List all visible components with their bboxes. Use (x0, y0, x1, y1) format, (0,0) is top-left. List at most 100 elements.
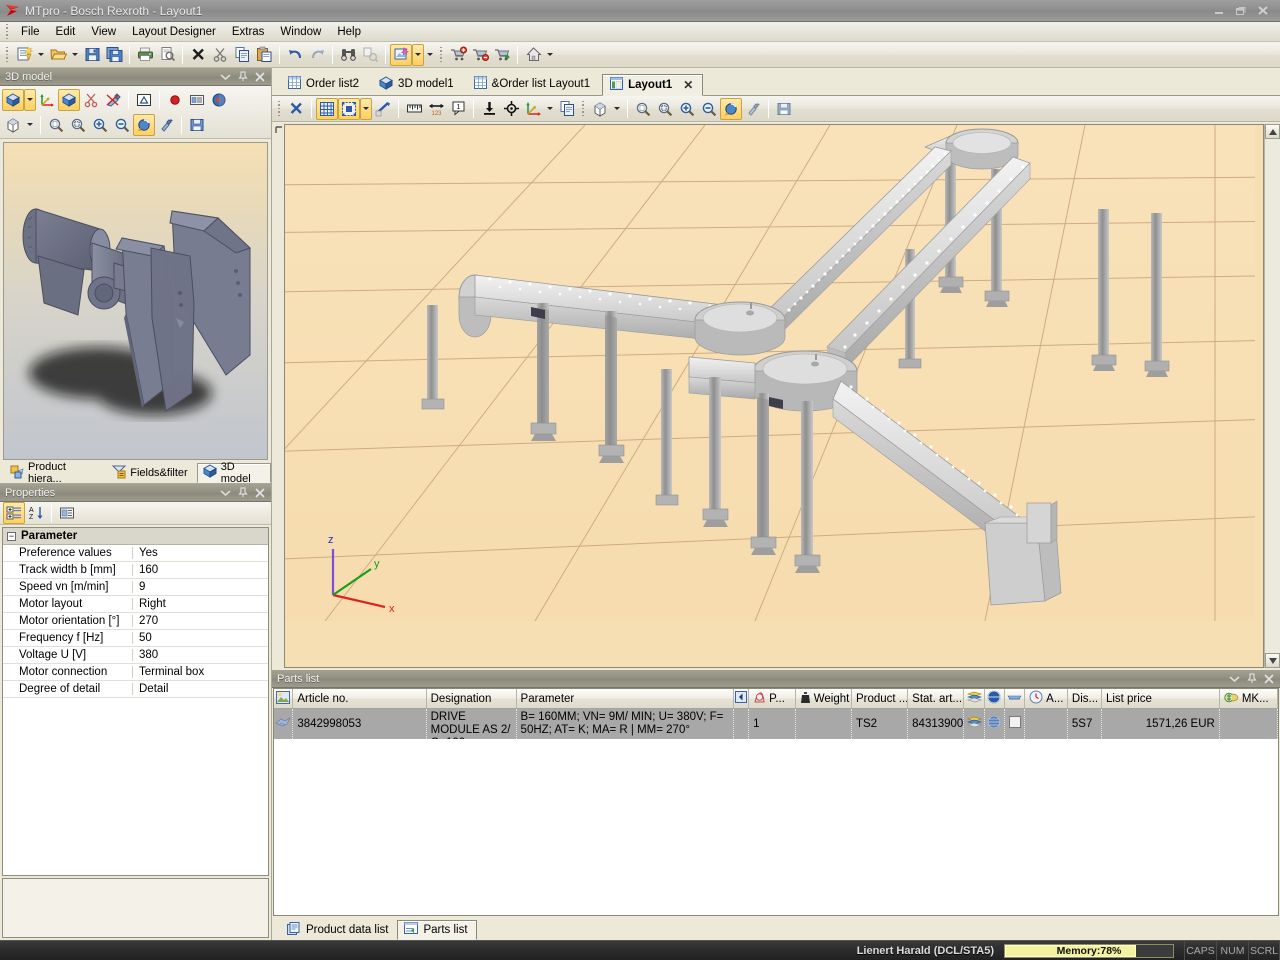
home-button[interactable] (522, 44, 544, 66)
property-value[interactable]: Detail (133, 683, 268, 695)
annotation-button[interactable]: 1 (447, 98, 469, 120)
column-header-mk[interactable]: MK... (1220, 689, 1278, 708)
layout-overflow-dropdown[interactable] (424, 44, 436, 66)
column-header-stat-art[interactable]: Stat. art... (908, 689, 965, 708)
left-tab-3d-model[interactable]: 3D model (196, 461, 271, 485)
column-header-list-price[interactable]: List price (1102, 689, 1220, 708)
cell-docs[interactable] (964, 709, 985, 739)
layout-designer-dropdown[interactable] (412, 43, 424, 66)
model-panel-pin-button[interactable] (238, 71, 248, 82)
column-header-conveyor[interactable] (1005, 689, 1026, 708)
center-point-button[interactable] (500, 98, 522, 120)
property-row[interactable]: Motor orientation [°] 270 (3, 613, 268, 630)
zoom-out-button[interactable] (698, 98, 720, 120)
layout-3d-viewport[interactable]: z y x (284, 124, 1264, 668)
column-header-cad[interactable] (985, 689, 1005, 708)
grid-toggle-button[interactable] (316, 97, 338, 120)
pan-button[interactable] (155, 114, 177, 136)
column-header-icon[interactable] (274, 689, 294, 708)
property-row[interactable]: Speed vn [m/min] 9 (3, 579, 268, 596)
zoom-window-button[interactable] (67, 114, 89, 136)
tab-order-list2[interactable]: Order list2 (280, 73, 369, 95)
categorized-button[interactable] (3, 502, 25, 524)
menu-help[interactable]: Help (329, 24, 369, 40)
parts-list-menu-button[interactable] (1229, 674, 1240, 683)
collapse-expander-icon[interactable]: − (7, 531, 16, 541)
zoom-in-button[interactable] (676, 98, 698, 120)
save-button[interactable] (81, 44, 103, 66)
menu-edit[interactable]: Edit (48, 24, 84, 40)
zoom-in-button[interactable] (89, 114, 111, 136)
projection-button[interactable] (133, 89, 155, 111)
left-tab-product-hierarchy[interactable]: Product hiera... (4, 461, 105, 485)
table-row[interactable]: 3842998053 DRIVE MODULE AS 2/ C- 100 B= … (274, 709, 1278, 739)
viewport-vertical-scrollbar[interactable] (1264, 124, 1280, 668)
coordinate-dropdown[interactable] (544, 98, 556, 120)
save-all-button[interactable] (103, 44, 125, 66)
cut-button[interactable] (209, 44, 231, 66)
rotate-button[interactable] (133, 113, 155, 136)
delete-button[interactable] (187, 44, 209, 66)
add-to-order-button[interactable] (447, 44, 469, 66)
new-document-button[interactable] (13, 44, 35, 66)
open-button[interactable] (47, 44, 69, 66)
property-pages-button[interactable] (56, 502, 78, 524)
zoom-out-button[interactable] (111, 114, 133, 136)
new-document-dropdown[interactable] (35, 44, 47, 66)
zoom-page-button[interactable] (45, 114, 67, 136)
property-value[interactable]: 160 (133, 564, 268, 576)
order-transfer-button[interactable] (491, 44, 513, 66)
tab-product-data-list[interactable]: Product data list (280, 920, 397, 940)
view-nav-gripper[interactable] (579, 100, 586, 117)
properties-pin-button[interactable] (238, 487, 248, 498)
snap-dropdown[interactable] (360, 97, 372, 120)
menu-window[interactable]: Window (272, 24, 329, 40)
scroll-track[interactable] (1265, 139, 1280, 653)
close-button[interactable] (1255, 4, 1271, 18)
property-value[interactable]: Yes (133, 547, 268, 559)
column-header-discount[interactable]: Dis... (1068, 689, 1102, 708)
column-header-article-no[interactable]: Article no. (293, 689, 427, 708)
property-value[interactable]: 380 (133, 649, 268, 661)
dimension-button[interactable]: 123 (425, 98, 447, 120)
left-tab-fields-filter[interactable]: Fields&filter (106, 463, 195, 483)
column-header-pieces[interactable]: P... (749, 689, 796, 708)
restore-button[interactable] (1233, 4, 1249, 18)
cell-conveyor[interactable] (1005, 709, 1026, 739)
layout-designer-button[interactable] (390, 43, 412, 66)
copy-button[interactable] (556, 98, 578, 120)
column-header-weight[interactable]: Weight (796, 689, 852, 708)
snap-to-grid-button[interactable] (338, 97, 360, 120)
parts-list-close-button[interactable] (1264, 673, 1274, 684)
view-toolbar-gripper[interactable] (275, 100, 282, 117)
tab-parts-list[interactable]: Parts list (397, 920, 477, 940)
coordinate-system-button[interactable] (36, 89, 58, 111)
properties-group-parameter[interactable]: − Parameter (3, 528, 268, 545)
shaded-view-button[interactable] (2, 88, 24, 111)
save-image-button[interactable] (773, 98, 795, 120)
find-button[interactable] (337, 44, 359, 66)
property-value[interactable]: 270 (133, 615, 268, 627)
pan-button[interactable] (742, 98, 764, 120)
record-button[interactable] (164, 89, 186, 111)
model-preview-canvas[interactable] (3, 142, 268, 460)
view-orientation-dropdown[interactable] (611, 98, 623, 120)
order-toolbar-gripper[interactable] (437, 46, 444, 63)
save-image-button[interactable] (186, 114, 208, 136)
cut-model-button[interactable] (80, 89, 102, 111)
rotate-button[interactable] (720, 97, 742, 120)
tab-close-icon[interactable]: ✕ (683, 78, 693, 92)
zoom-page-button[interactable] (632, 98, 654, 120)
model-panel-menu-button[interactable] (220, 72, 231, 81)
property-value[interactable]: Right (133, 598, 268, 610)
model-display-button[interactable] (58, 88, 80, 111)
parts-list-pin-button[interactable] (1247, 673, 1257, 684)
measure-line-button[interactable] (372, 98, 394, 120)
print-preview-button[interactable] (156, 44, 178, 66)
remove-from-order-button[interactable] (469, 44, 491, 66)
zoom-window-button[interactable] (654, 98, 676, 120)
column-header-designation[interactable]: Designation (427, 689, 517, 708)
column-header-parameter[interactable]: Parameter (517, 689, 734, 708)
menu-view[interactable]: View (83, 24, 124, 40)
property-value[interactable]: 9 (133, 581, 268, 593)
